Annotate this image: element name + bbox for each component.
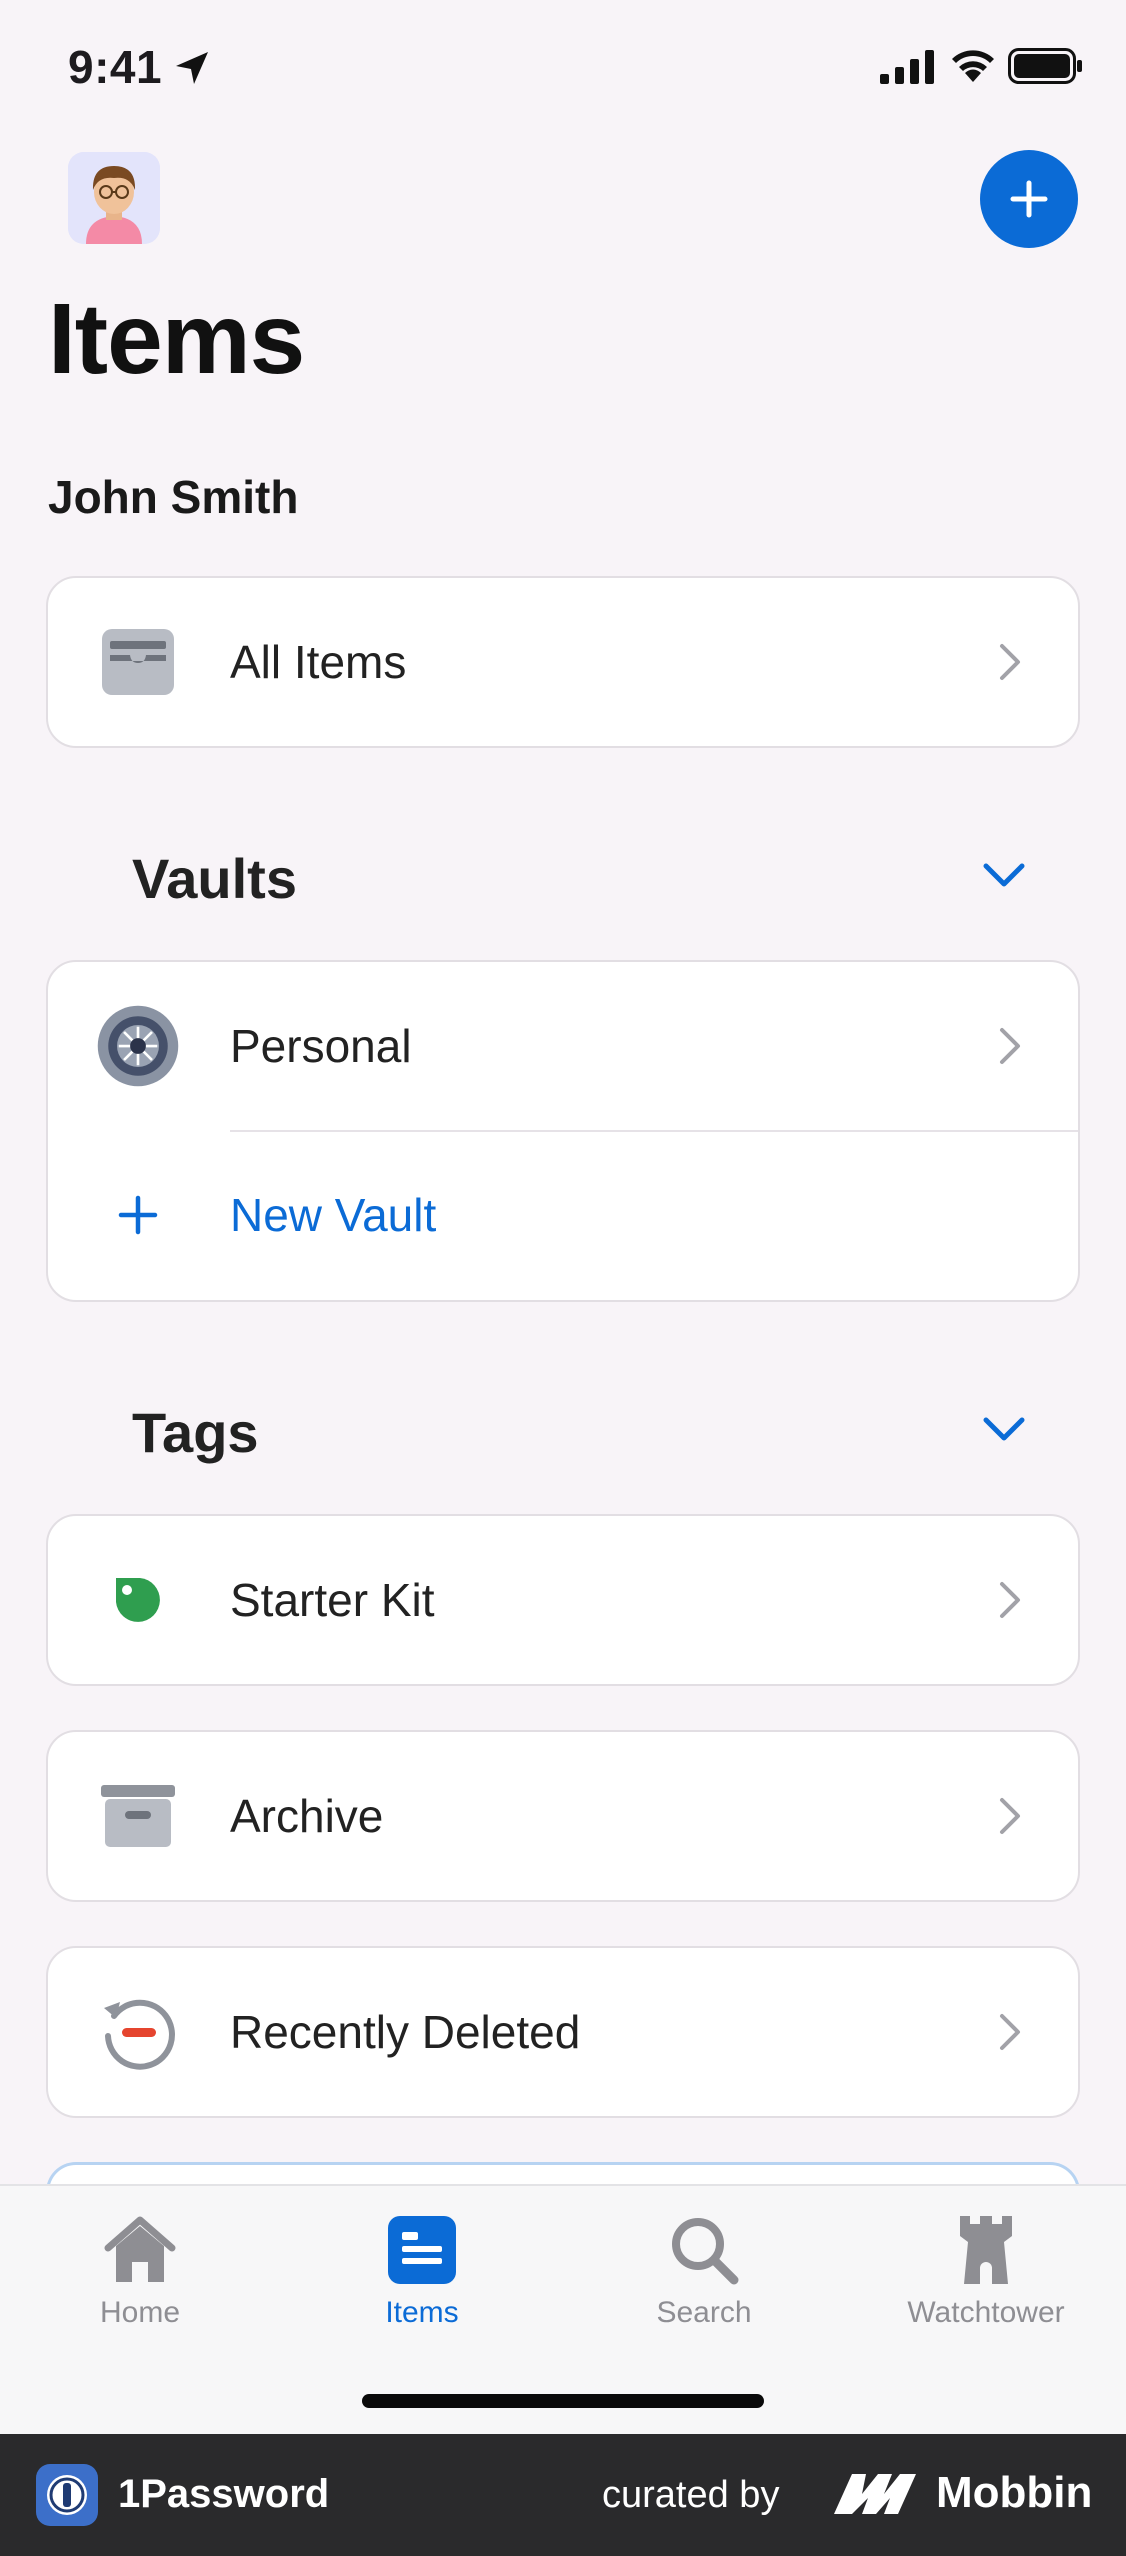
plus-icon — [96, 1173, 180, 1257]
footer-brand: Mobbin — [936, 2468, 1093, 2517]
tab-home-label: Home — [99, 2296, 181, 2329]
recently-deleted-label: Recently Deleted — [230, 2006, 581, 2058]
app-logo-icon — [36, 2464, 98, 2526]
wifi-icon — [952, 50, 994, 82]
tag-card-starter-kit: Starter Kit — [46, 1514, 1080, 1686]
vault-row-personal[interactable]: Personal — [48, 962, 1078, 1130]
footer-curated-by: curated by — [602, 2474, 780, 2516]
all-items-label: All Items — [230, 636, 407, 688]
tags-heading: Tags — [132, 1401, 259, 1464]
archive-label: Archive — [230, 1790, 384, 1842]
vault-label-personal: Personal — [230, 1020, 412, 1072]
chevron-right-icon — [1000, 2014, 1020, 2050]
new-vault-button[interactable]: New Vault — [48, 1130, 1078, 1300]
vaults-card: Personal New Vault — [46, 960, 1080, 1302]
tab-home[interactable]: Home — [20, 2210, 260, 2350]
new-vault-label: New Vault — [230, 1189, 437, 1241]
tower-icon — [954, 2210, 1018, 2290]
chevron-down-icon[interactable] — [982, 862, 1026, 890]
all-items-row[interactable]: All Items — [48, 578, 1078, 746]
tab-watchtower-label: Watchtower — [907, 2296, 1065, 2329]
tag-label-starter-kit: Starter Kit — [230, 1574, 435, 1626]
footer-app-name: 1Password — [118, 2472, 330, 2516]
vault-dial-icon — [96, 1004, 180, 1088]
status-bar: 9:41 — [0, 0, 1126, 140]
archive-row[interactable]: Archive — [48, 1732, 1078, 1900]
archive-box-icon — [96, 1774, 180, 1858]
avatar-face-icon — [68, 152, 160, 244]
archive-card: Archive — [46, 1730, 1080, 1902]
home-indicator — [362, 2394, 764, 2408]
tag-icon — [96, 1558, 180, 1642]
footer-bar: 1Password curated by Mobbin — [0, 2434, 1126, 2556]
tab-items-label: Items — [385, 2296, 459, 2329]
add-item-button[interactable] — [980, 150, 1078, 248]
tab-search[interactable]: Search — [584, 2210, 824, 2350]
tab-watchtower[interactable]: Watchtower — [866, 2210, 1106, 2350]
mobbin-logo-icon — [834, 2474, 916, 2514]
items-list-icon — [388, 2210, 456, 2290]
plus-icon — [1010, 180, 1048, 218]
tab-items[interactable]: Items — [302, 2210, 542, 2350]
tab-search-label: Search — [656, 2296, 752, 2329]
recently-deleted-row[interactable]: Recently Deleted — [48, 1948, 1078, 2116]
location-arrow-icon — [176, 52, 208, 84]
chevron-right-icon — [1000, 1028, 1020, 1064]
chevron-right-icon — [1000, 644, 1020, 680]
profile-avatar[interactable] — [68, 152, 160, 244]
chevron-down-icon[interactable] — [982, 1416, 1026, 1444]
page-title: Items — [48, 283, 305, 395]
all-items-card: All Items — [46, 576, 1080, 748]
cellular-signal-icon — [880, 50, 934, 84]
magnifier-icon — [668, 2210, 740, 2290]
tag-row-starter-kit[interactable]: Starter Kit — [48, 1516, 1078, 1684]
tray-icon — [96, 620, 180, 704]
restore-icon — [96, 1990, 180, 2074]
chevron-right-icon — [1000, 1582, 1020, 1618]
chevron-right-icon — [1000, 1798, 1020, 1834]
account-name: John Smith — [48, 471, 299, 523]
recently-deleted-card: Recently Deleted — [46, 1946, 1080, 2118]
vaults-heading: Vaults — [132, 847, 297, 910]
house-icon — [104, 2210, 176, 2290]
status-time: 9:41 — [68, 41, 163, 93]
battery-icon — [1008, 48, 1082, 84]
